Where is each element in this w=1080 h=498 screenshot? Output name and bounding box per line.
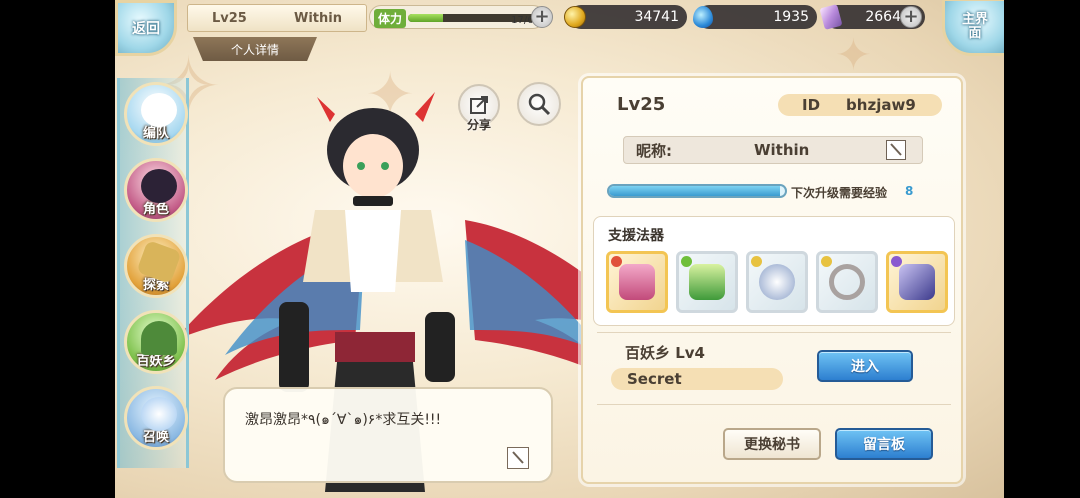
nickname-field: 昵称: Within: [623, 136, 923, 164]
artifact-slot-3[interactable]: [746, 251, 808, 313]
message-board-label: 留言板: [863, 437, 905, 453]
artifact-sword-icon: [899, 264, 935, 300]
change-secretary-button[interactable]: 更换秘书: [723, 428, 821, 460]
enter-label: 进入: [851, 359, 879, 375]
edit-nickname-icon[interactable]: [886, 140, 906, 160]
support-artifacts-box: 支援法器: [593, 216, 955, 326]
side-nav: 编队 角色 探索 百妖乡 召唤: [117, 78, 189, 468]
id-label: ID: [802, 96, 821, 114]
back-label: 返回: [132, 21, 160, 37]
game-view: ✦ ✦ ✧ 返回: [115, 0, 1004, 498]
left-bezel: [0, 0, 115, 498]
element-badge-icon: [751, 256, 762, 267]
artifact-ring-icon: [829, 264, 865, 300]
support-title: 支援法器: [608, 228, 664, 244]
nav-team[interactable]: 编队: [124, 82, 188, 146]
divider: [597, 332, 951, 333]
nav-character[interactable]: 角色: [124, 158, 188, 222]
village-icon: [141, 321, 177, 355]
background-star-decoration: ✦: [835, 30, 872, 81]
summon-icon: [141, 397, 177, 431]
nav-summon[interactable]: 召唤: [124, 386, 188, 450]
share-icon: [470, 96, 488, 114]
page-title-ribbon: 个人详情: [193, 37, 317, 61]
exp-bar: [607, 184, 787, 198]
village-label: 百妖乡 Lv4: [625, 344, 705, 362]
coin-bar: 34741: [569, 5, 687, 29]
profile-panel: Lv25 ID bhzjaw9 昵称: Within 下次升级需要经验 8 支援…: [581, 76, 963, 484]
player-level: Lv25: [212, 10, 247, 26]
gem-bar: 1935: [697, 5, 817, 29]
add-crystal-button[interactable]: +: [900, 6, 922, 28]
id-value: bhzjaw9: [846, 96, 916, 114]
crystal-count: 2664: [865, 9, 901, 25]
nav-village[interactable]: 百妖乡: [124, 310, 188, 374]
nickname-value: Within: [754, 141, 810, 159]
element-badge-icon: [821, 256, 832, 267]
magnifier-icon: [528, 93, 551, 116]
screen: ✦ ✦ ✧ 返回: [0, 0, 1080, 498]
village-name: Secret: [627, 370, 682, 388]
top-bar: 返回 Lv25 Within 个人详情 体力 17/64 + 34741 193…: [115, 0, 1004, 61]
signature-bubble: 激昂激昂*٩(๑´∀`๑)۶*求互关!!!: [223, 387, 553, 483]
stamina-bar: 体力 17/64: [369, 5, 545, 29]
edit-signature-icon[interactable]: [507, 447, 529, 469]
signature-text: 激昂激昂*٩(๑´∀`๑)۶*求互关!!!: [245, 412, 442, 428]
nickname-label: 昵称:: [636, 141, 672, 160]
character-icon: [141, 169, 177, 203]
artifact-slot-5[interactable]: [886, 251, 948, 313]
artifact-slot-1[interactable]: [606, 251, 668, 313]
player-tag: Lv25 Within: [187, 4, 367, 32]
artifact-slot-4[interactable]: [816, 251, 878, 313]
gem-icon: [693, 6, 713, 28]
change-secretary-label: 更换秘书: [744, 437, 800, 453]
id-pill: ID bhzjaw9: [778, 94, 942, 116]
team-icon: [141, 93, 177, 127]
artifact-slot-2[interactable]: [676, 251, 738, 313]
home-button[interactable]: 主界面: [942, 0, 1004, 56]
message-board-button[interactable]: 留言板: [835, 428, 933, 460]
nav-explore[interactable]: 探索: [124, 234, 188, 298]
exp-label: 下次升级需要经验: [791, 186, 888, 200]
artifact-potion-icon: [619, 264, 655, 300]
page-title: 个人详情: [230, 42, 279, 57]
profile-level: Lv25: [617, 94, 666, 115]
right-bezel: [1004, 0, 1080, 498]
coin-count: 34741: [634, 9, 679, 25]
stamina-label: 体力: [374, 9, 407, 28]
artifact-orb-icon: [759, 264, 795, 300]
exp-fill: [609, 186, 780, 196]
exp-value: 8: [905, 184, 914, 198]
share-label: 分享: [466, 118, 491, 132]
stamina-fill: [408, 14, 443, 22]
add-stamina-button[interactable]: +: [531, 6, 553, 28]
home-label: 主界面: [961, 12, 988, 41]
back-button[interactable]: 返回: [115, 0, 177, 56]
search-button[interactable]: [517, 82, 561, 126]
gem-count: 1935: [773, 9, 809, 25]
village-name-pill: Secret: [611, 368, 783, 390]
enter-village-button[interactable]: 进入: [817, 350, 913, 382]
player-name: Within: [294, 10, 342, 26]
coin-icon: [564, 6, 586, 28]
divider: [597, 404, 951, 405]
artifact-scroll-icon: [689, 264, 725, 300]
